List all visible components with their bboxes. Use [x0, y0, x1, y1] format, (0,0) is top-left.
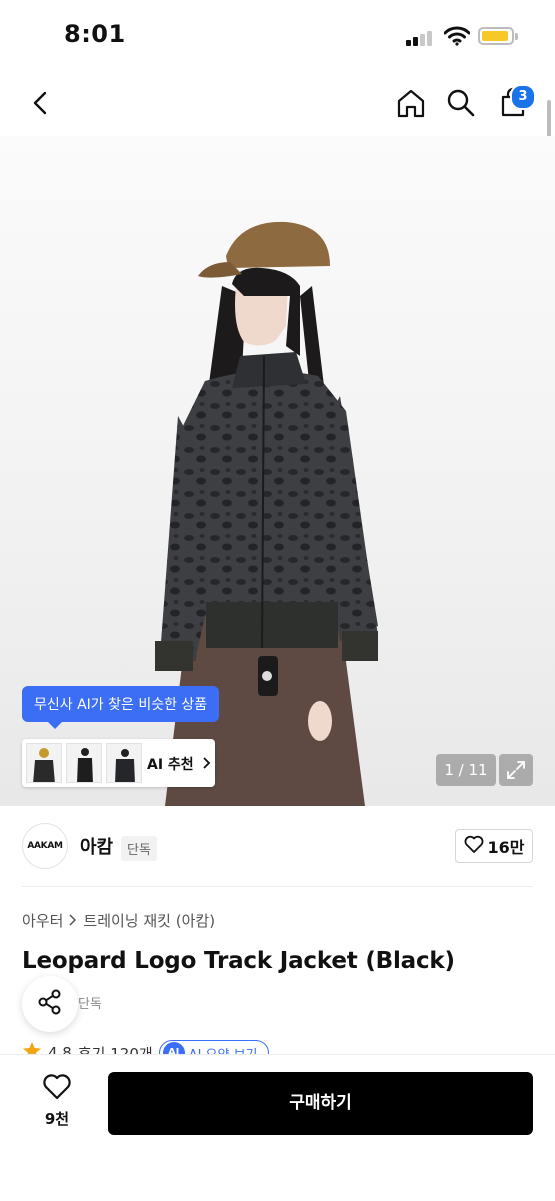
cellular-signal-icon	[406, 30, 436, 46]
heart-icon	[42, 1072, 72, 1104]
exclusive-badge: 단독	[121, 836, 157, 861]
breadcrumb-subcategory[interactable]: 트레이닝 재킷 (아캄)	[83, 910, 215, 931]
brand-like-count: 16만	[487, 838, 525, 857]
ai-recommend-label[interactable]: AI 추천	[147, 754, 211, 774]
breadcrumb-category[interactable]: 아우터	[22, 910, 63, 931]
ai-recommend-text: AI 추천	[147, 757, 194, 773]
brand-name[interactable]: 아캄	[80, 833, 113, 859]
tooltip-arrow	[48, 722, 62, 729]
search-icon[interactable]	[442, 84, 480, 122]
divider	[22, 886, 533, 887]
back-icon[interactable]	[22, 84, 60, 122]
share-icon	[36, 988, 64, 1020]
chevron-right-icon	[69, 912, 77, 930]
heart-icon	[464, 835, 484, 857]
status-bar: 8:01	[0, 0, 555, 72]
brand-logo[interactable]: AAKAM	[22, 823, 68, 869]
wishlist-button[interactable]: 9천	[22, 1072, 92, 1134]
brand-like-button[interactable]: 16만	[455, 829, 533, 863]
breadcrumb: 아우터 트레이닝 재킷 (아캄)	[22, 910, 215, 931]
wifi-icon	[443, 26, 471, 50]
home-icon[interactable]	[392, 84, 430, 122]
ai-recommend-card[interactable]: AI 추천	[22, 739, 215, 787]
wishlist-count: 9천	[44, 1110, 70, 1128]
ai-similar-tooltip[interactable]: 무신사 AI가 찾은 비슷한 상품	[22, 686, 220, 729]
recommend-thumb[interactable]	[26, 743, 62, 783]
product-title: Leopard Logo Track Jacket (Black)	[22, 948, 455, 974]
ai-tooltip-text: 무신사 AI가 찾은 비슷한 상품	[34, 697, 208, 713]
image-counter: 1 / 11	[436, 754, 496, 786]
recommend-thumb[interactable]	[66, 743, 102, 783]
cart-count-badge: 3	[510, 84, 536, 110]
recommend-thumb[interactable]	[106, 743, 142, 783]
chevron-right-icon	[202, 757, 211, 773]
product-tag: 단독	[78, 997, 102, 1012]
top-nav	[0, 72, 555, 136]
status-time: 8:01	[64, 20, 126, 48]
buy-button[interactable]: 구매하기	[108, 1072, 533, 1135]
expand-icon[interactable]	[499, 754, 533, 786]
battery-icon	[478, 27, 518, 45]
share-button[interactable]	[22, 976, 78, 1032]
